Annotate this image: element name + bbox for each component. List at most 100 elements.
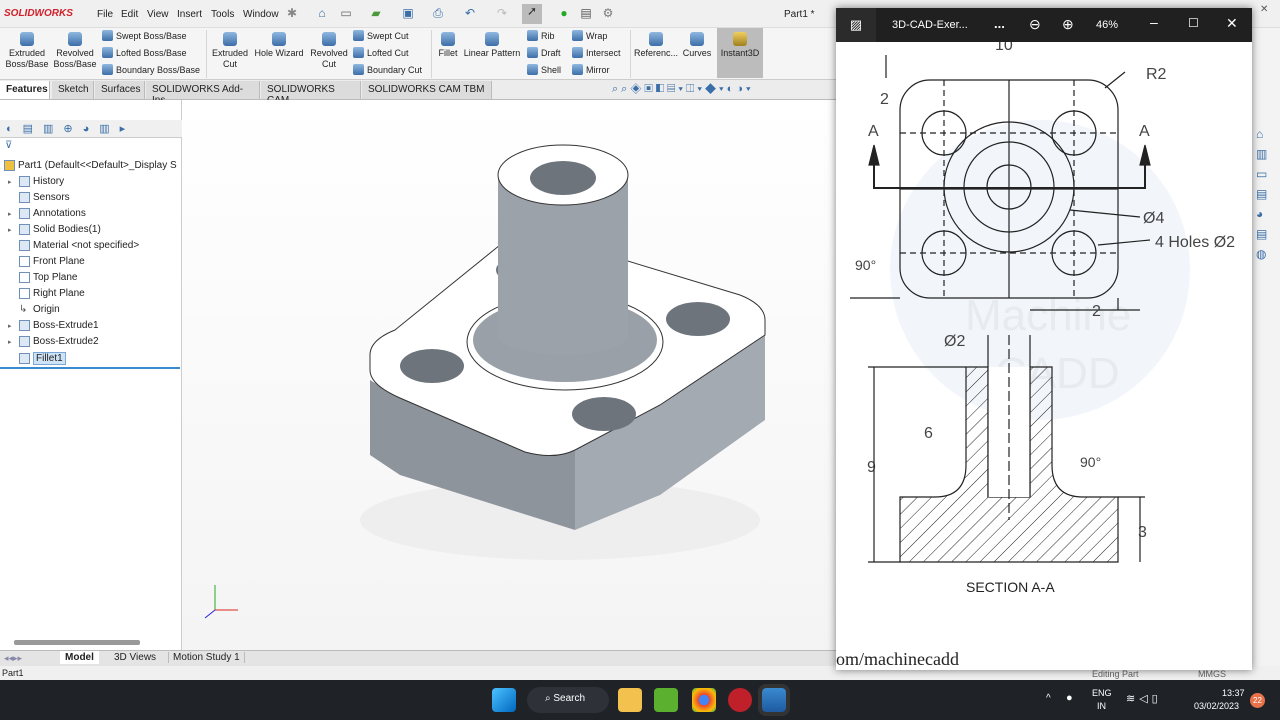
wrap-button[interactable]: Wrap — [572, 30, 607, 41]
undo-icon[interactable]: ↶ — [462, 6, 478, 22]
clock-time[interactable]: 13:37 — [1222, 688, 1245, 698]
tree-item-origin[interactable]: ↳ Origin — [8, 304, 60, 315]
solid-bodies-icon — [19, 224, 30, 235]
select-icon[interactable]: ➚ — [522, 4, 542, 24]
tab-scroll-arrows[interactable]: ◂◂▸▸ — [4, 653, 22, 664]
language-code[interactable]: ENG — [1092, 688, 1112, 698]
tree-item-boss-extrude1[interactable]: ▸ Boss-Extrude1 — [8, 320, 99, 331]
instant3d-button[interactable]: Instant3D — [717, 28, 763, 78]
mirror-button[interactable]: Mirror — [572, 64, 610, 75]
extruded-boss-button[interactable]: Extruded Boss/Base — [4, 32, 50, 70]
lofted-boss-button[interactable]: Lofted Boss/Base — [102, 47, 187, 58]
tree-item-fillet1[interactable]: Fillet1 — [8, 352, 66, 365]
fillet-button[interactable]: Fillet — [434, 32, 462, 59]
linear-pattern-button[interactable]: Linear Pattern — [462, 32, 522, 59]
tree-item-sensors[interactable]: Sensors — [8, 192, 70, 203]
print-icon[interactable]: ⎙ — [430, 6, 446, 22]
intersect-button[interactable]: Intersect — [572, 47, 621, 58]
rib-button[interactable]: Rib — [527, 30, 555, 41]
close-icon[interactable]: ✕ — [1260, 4, 1268, 15]
notification-badge[interactable]: 22 — [1250, 693, 1265, 708]
extruded-cut-button[interactable]: Extruded Cut — [208, 32, 252, 70]
swept-cut-button[interactable]: Swept Cut — [353, 30, 409, 41]
shell-button[interactable]: Shell — [527, 64, 561, 75]
task-pane-icons[interactable]: ⌂ ▥ ▭ ▤ ◕ ▤ ◍ — [1256, 124, 1274, 264]
tree-item-solid-bodies[interactable]: ▸ Solid Bodies(1) — [8, 224, 101, 235]
clock-date[interactable]: 03/02/2023 — [1194, 701, 1239, 711]
view-toolbar-icons[interactable]: ⌕⌕◈▣◧▤▾◫▾◆▾◐◑▾ — [612, 83, 754, 96]
tab-motion-study[interactable]: Motion Study 1 — [168, 652, 245, 663]
horizontal-scrollbar[interactable] — [14, 640, 140, 645]
file-properties-icon[interactable]: ▤ — [578, 6, 594, 22]
tree-item-front-plane[interactable]: Front Plane — [8, 256, 85, 267]
units-selector[interactable]: MMGS — [1198, 669, 1226, 679]
more-options-button[interactable]: ... — [994, 16, 1005, 31]
tab-cam[interactable]: SOLIDWORKS CAM — [261, 81, 361, 106]
start-button[interactable] — [492, 688, 516, 712]
zoom-level: 46% — [1096, 19, 1119, 31]
search-button[interactable]: ⌕ Search — [527, 687, 609, 713]
boundary-boss-button[interactable]: Boundary Boss/Base — [102, 64, 200, 75]
wifi-volume-battery-icons[interactable]: ≋◁▯ — [1126, 692, 1162, 705]
rollback-bar[interactable] — [0, 367, 180, 369]
rebuild-icon[interactable]: ● — [556, 6, 572, 22]
tree-item-annotations[interactable]: ▸ Annotations — [8, 208, 86, 219]
extrude-icon — [19, 336, 30, 347]
menu-tools[interactable]: Tools — [211, 9, 234, 20]
redo-icon[interactable]: ↷ — [494, 6, 510, 22]
tray-app-icon[interactable]: ● — [1066, 692, 1073, 704]
tab-3d-views[interactable]: 3D Views — [110, 652, 160, 663]
curves-button[interactable]: Curves — [680, 32, 714, 59]
home-icon[interactable]: ⌂ — [314, 6, 330, 22]
chrome-icon[interactable] — [692, 688, 716, 712]
graphics-viewport[interactable] — [182, 100, 836, 650]
tab-surfaces[interactable]: Surfaces — [95, 81, 145, 99]
revolved-cut-button[interactable]: Revolved Cut — [307, 32, 351, 70]
tab-cam-tbm[interactable]: SOLIDWORKS CAM TBM — [362, 81, 492, 99]
revolved-boss-button[interactable]: Revolved Boss/Base — [52, 32, 98, 70]
hole-wizard-button[interactable]: Hole Wizard — [252, 32, 306, 59]
tree-item-history[interactable]: ▸ History — [8, 176, 64, 187]
tray-overflow-icon[interactable]: ^ — [1046, 693, 1051, 704]
boundary-icon — [102, 64, 113, 75]
menu-window[interactable]: Window — [243, 9, 279, 20]
taskbar: ⌕ Search ^ ● ENG IN ≋◁▯ 13:37 03/02/2023… — [0, 680, 1280, 720]
feature-manager-tabs[interactable]: ◐▤▥⊕◕▥▸ — [0, 120, 182, 138]
menu-view[interactable]: View — [147, 9, 169, 20]
new-icon[interactable]: ▭ — [338, 6, 354, 22]
tree-root-part1[interactable]: Part1 (Default<<Default>_Display S — [4, 160, 177, 171]
tree-item-boss-extrude2[interactable]: ▸ Boss-Extrude2 — [8, 336, 99, 347]
solidworks-taskbar-icon[interactable] — [728, 688, 752, 712]
zoom-out-icon[interactable]: ⊖ — [1029, 16, 1041, 33]
photos-taskbar-icon[interactable] — [758, 684, 790, 716]
tab-features[interactable]: Features — [0, 81, 50, 99]
reference-geometry-button[interactable]: Referenc... — [634, 32, 678, 59]
dim-4-holes: 4 Holes Ø2 — [1155, 234, 1235, 251]
draft-button[interactable]: Draft — [527, 47, 561, 58]
tab-addins[interactable]: SOLIDWORKS Add-Ins — [146, 81, 260, 106]
save-icon[interactable]: ▣ — [400, 6, 416, 22]
pin-icon[interactable]: ✱ — [284, 6, 300, 22]
tab-model[interactable]: Model — [60, 651, 99, 664]
zoom-in-icon[interactable]: ⊕ — [1062, 16, 1074, 33]
lofted-cut-button[interactable]: Lofted Cut — [353, 47, 409, 58]
open-icon[interactable]: ▰ — [368, 6, 384, 22]
swept-boss-button[interactable]: Swept Boss/Base — [102, 30, 187, 41]
tab-sketch[interactable]: Sketch — [52, 81, 94, 99]
hole-2 — [572, 397, 636, 431]
options-gear-icon[interactable]: ⚙ — [600, 6, 616, 22]
filter-icon[interactable]: ⊽ — [5, 140, 12, 151]
close-button[interactable]: ✕ — [1226, 15, 1238, 32]
camtasia-icon[interactable] — [654, 688, 678, 712]
boundary-cut-button[interactable]: Boundary Cut — [353, 64, 422, 75]
menu-edit[interactable]: Edit — [121, 9, 138, 20]
file-explorer-icon[interactable] — [618, 688, 642, 712]
minimize-button[interactable]: – — [1150, 14, 1158, 30]
language-region[interactable]: IN — [1097, 701, 1106, 711]
tree-item-material[interactable]: Material <not specified> — [8, 240, 139, 251]
menu-insert[interactable]: Insert — [177, 9, 202, 20]
maximize-button[interactable]: ☐ — [1188, 16, 1199, 30]
tree-item-top-plane[interactable]: Top Plane — [8, 272, 77, 283]
menu-file[interactable]: File — [97, 9, 113, 20]
tree-item-right-plane[interactable]: Right Plane — [8, 288, 85, 299]
